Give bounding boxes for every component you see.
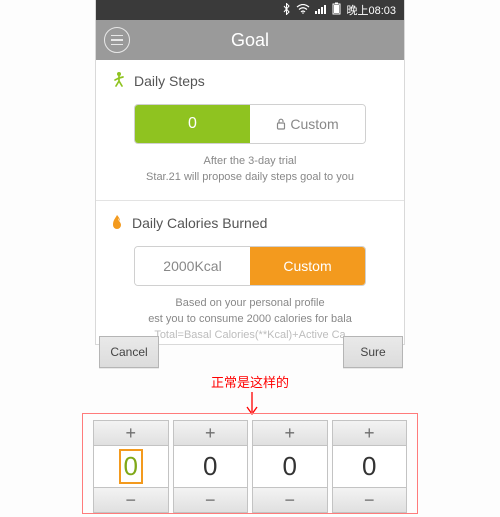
lock-icon (276, 118, 286, 130)
annotation-text: 正常是这样的 (0, 372, 500, 391)
cancel-label: Cancel (110, 345, 147, 359)
steps-title-text: Daily Steps (134, 73, 205, 89)
steps-hint-2: Star.21 will propose daily steps goal to… (110, 170, 390, 186)
picker-col-3: + 0 − (332, 420, 408, 513)
steps-hint: After the 3-day trial Star.21 will propo… (110, 154, 390, 186)
flame-icon (110, 215, 124, 232)
cancel-button[interactable]: Cancel (99, 336, 159, 368)
section-divider (96, 200, 404, 201)
calories-toggle: 2000Kcal Custom (134, 246, 366, 286)
calories-title-text: Daily Calories Burned (132, 215, 267, 231)
app-header: Goal (96, 20, 404, 60)
wifi-icon (296, 4, 310, 17)
battery-icon (332, 2, 341, 18)
status-bar: 晚上08:03 (96, 0, 404, 20)
sure-label: Sure (360, 345, 385, 359)
status-time: 晚上08:03 (346, 2, 396, 18)
calories-hint-1: Based on your personal profile (112, 296, 388, 312)
phone-frame: 晚上08:03 Goal Daily Steps 0 Custom (95, 0, 405, 345)
picker-value[interactable]: 0 (253, 446, 327, 487)
steps-value-button[interactable]: 0 (135, 105, 250, 143)
picker-plus-button[interactable]: + (94, 421, 168, 446)
signal-icon (315, 4, 327, 17)
steps-value: 0 (188, 115, 197, 133)
picker-value[interactable]: 0 (94, 446, 168, 487)
number-picker: + 0 − + 0 − + 0 − + 0 − (93, 420, 407, 513)
calories-section-title: Daily Calories Burned (110, 215, 390, 232)
picker-minus-button[interactable]: − (253, 487, 327, 512)
picker-plus-button[interactable]: + (333, 421, 407, 446)
picker-value[interactable]: 0 (333, 446, 407, 487)
calories-value-button[interactable]: 2000Kcal (135, 247, 250, 285)
bluetooth-icon (282, 3, 291, 18)
sure-button[interactable]: Sure (343, 336, 403, 368)
steps-hint-1: After the 3-day trial (110, 154, 390, 170)
picker-value[interactable]: 0 (174, 446, 248, 487)
page-title: Goal (231, 30, 269, 51)
steps-custom-button[interactable]: Custom (250, 105, 365, 143)
picker-col-1: + 0 − (173, 420, 249, 513)
picker-plus-button[interactable]: + (174, 421, 248, 446)
picker-minus-button[interactable]: − (94, 487, 168, 512)
content-area: Daily Steps 0 Custom After the 3-day tri… (96, 60, 404, 344)
calories-custom-label: Custom (283, 258, 331, 274)
steps-section-title: Daily Steps (110, 72, 390, 90)
menu-button[interactable] (104, 27, 130, 53)
walk-icon (110, 72, 126, 90)
calories-hint-2: est you to consume 2000 calories for bal… (112, 312, 388, 328)
picker-plus-button[interactable]: + (253, 421, 327, 446)
picker-col-2: + 0 − (252, 420, 328, 513)
steps-toggle: 0 Custom (134, 104, 366, 144)
picker-minus-button[interactable]: − (333, 487, 407, 512)
calories-value: 2000Kcal (163, 258, 221, 274)
picker-minus-button[interactable]: − (174, 487, 248, 512)
picker-col-0: + 0 − (93, 420, 169, 513)
calories-custom-button[interactable]: Custom (250, 247, 365, 285)
steps-custom-label: Custom (290, 116, 338, 132)
